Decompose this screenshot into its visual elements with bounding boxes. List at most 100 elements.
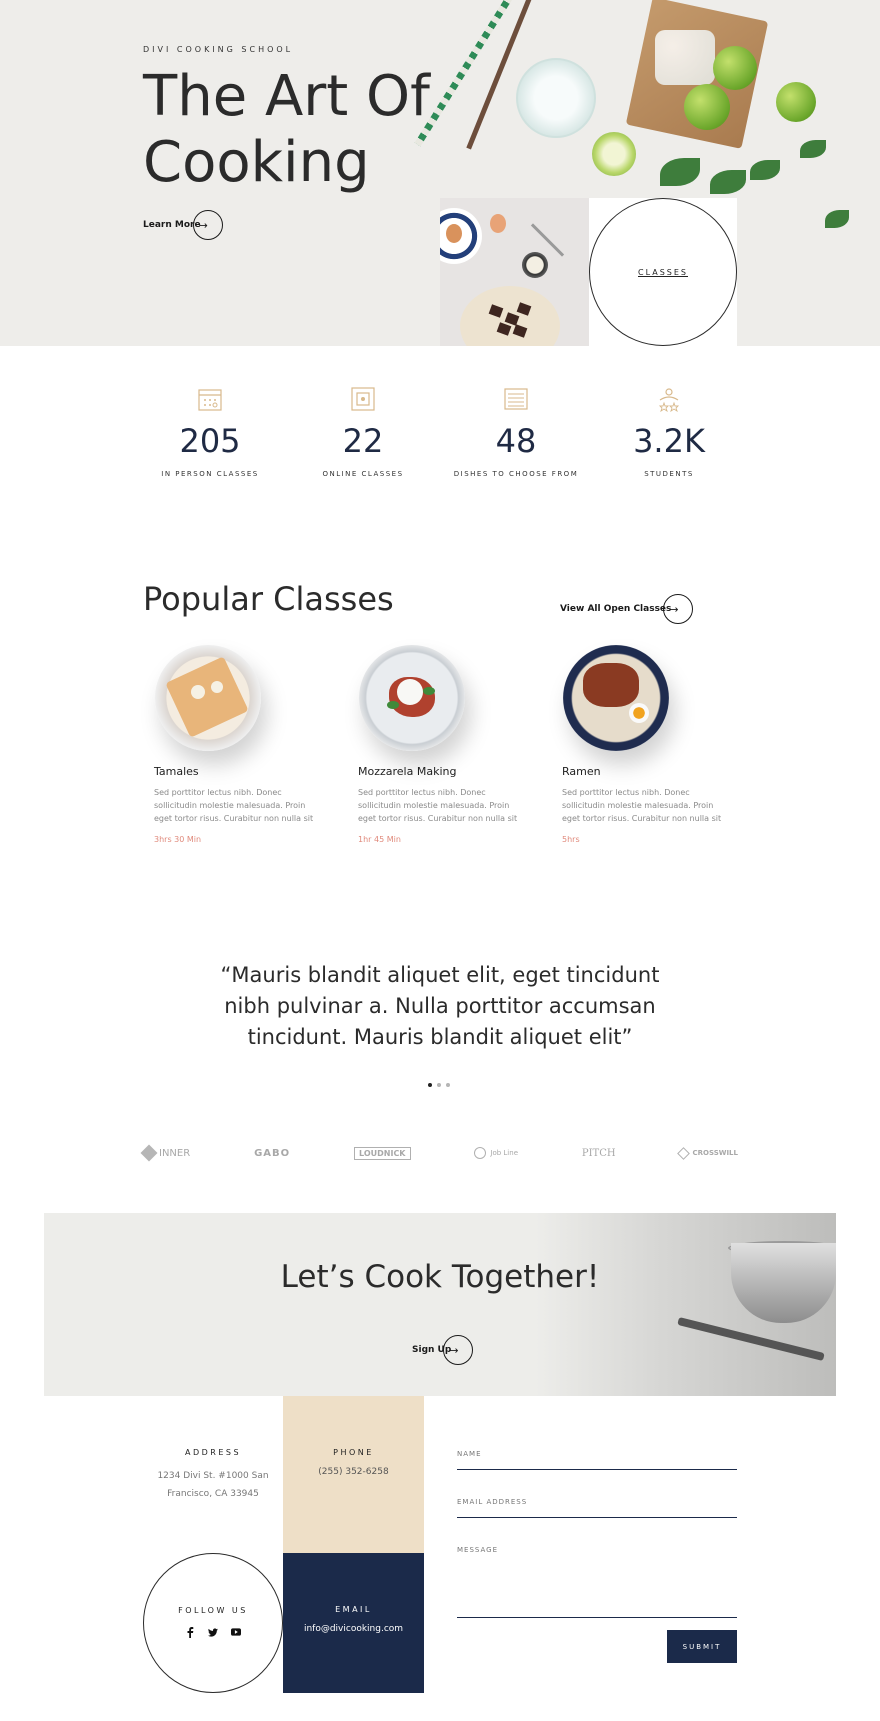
- social-links: [144, 1626, 282, 1638]
- mozzarela-photo: [359, 645, 465, 751]
- pagination-dot-1[interactable]: [428, 1083, 432, 1087]
- students-icon: [658, 388, 680, 412]
- youtube-icon[interactable]: [231, 1627, 241, 1637]
- sign-up-button[interactable]: Sign Up →: [412, 1335, 474, 1365]
- stat-dishes: 48 DISHES TO CHOOSE FROM: [441, 386, 591, 478]
- arrow-right-icon: →: [443, 1335, 474, 1365]
- small-bowl-image: [522, 252, 548, 278]
- follow-us-block: FOLLOW US: [143, 1553, 283, 1693]
- stat-in-person: 205 IN PERSON CLASSES: [135, 386, 285, 478]
- lime-slice-image: [592, 132, 636, 176]
- name-field[interactable]: NAME: [457, 1448, 737, 1470]
- logo-text: INNER: [159, 1147, 191, 1159]
- cream-dollop: [191, 685, 205, 699]
- popular-classes-title: Popular Classes: [143, 580, 394, 618]
- course-name: Ramen: [562, 765, 601, 778]
- course-name: Tamales: [154, 765, 199, 778]
- phone-number[interactable]: (255) 352-6258: [283, 1463, 424, 1481]
- classes-tile: CLASSES: [589, 198, 737, 346]
- logo-text: GABO: [254, 1147, 291, 1159]
- view-all-label: View All Open Classes: [560, 604, 672, 614]
- stat-label: ONLINE CLASSES: [322, 470, 404, 478]
- course-duration: 1hr 45 Min: [358, 835, 401, 844]
- chocolate-piece: [512, 324, 528, 338]
- course-duration: 3hrs 30 Min: [154, 835, 202, 844]
- chocolate-piece: [488, 304, 504, 318]
- stat-value: 22: [342, 422, 384, 460]
- pagination-dot-2[interactable]: [437, 1083, 441, 1087]
- view-all-classes-button[interactable]: View All Open Classes →: [560, 594, 694, 624]
- stat-students: 3.2K STUDENTS: [594, 386, 744, 478]
- name-field-label: NAME: [457, 1450, 482, 1458]
- hero-section: DIVI COOKING SCHOOL The Art Of Cooking L…: [0, 0, 880, 346]
- address-block: ADDRESS 1234 Divi St. #1000 San Francisc…: [143, 1448, 283, 1503]
- hero-title: The Art Of Cooking: [143, 64, 430, 195]
- egg-image: [446, 224, 462, 243]
- basil-image: [387, 701, 399, 709]
- logo-text: PITCH: [581, 1147, 616, 1159]
- basil-image: [423, 687, 435, 695]
- cross-icon: [677, 1146, 691, 1160]
- logo-inner: INNER: [140, 1144, 191, 1162]
- mozzarella-image: [397, 679, 423, 705]
- classes-link[interactable]: CLASSES: [589, 198, 737, 346]
- learn-more-label: Learn More: [143, 220, 201, 230]
- screen-icon: [351, 387, 375, 411]
- baking-photo: [440, 198, 589, 346]
- learn-more-button[interactable]: Learn More →: [143, 210, 223, 240]
- knife-image: [677, 1316, 825, 1362]
- email-address[interactable]: info@divicooking.com: [283, 1620, 424, 1638]
- message-field[interactable]: MESSAGE: [457, 1544, 737, 1618]
- cta-banner: Let’s Cook Together! Sign Up →: [44, 1213, 836, 1396]
- mint-leaf-image: [750, 160, 780, 180]
- pagination-dot-3[interactable]: [446, 1083, 450, 1087]
- course-description: Sed porttitor lectus nibh. Donec sollici…: [358, 788, 518, 823]
- email-field-label: EMAIL ADDRESS: [457, 1498, 528, 1506]
- logo-jobline: Job Line: [474, 1147, 518, 1159]
- hero-eyebrow: DIVI COOKING SCHOOL: [143, 45, 294, 54]
- calendar-icon: [198, 389, 222, 411]
- classes-label: CLASSES: [638, 267, 688, 277]
- twitter-icon[interactable]: [208, 1627, 218, 1637]
- course-card-ramen[interactable]: Ramen Sed porttitor lectus nibh. Donec s…: [551, 645, 726, 844]
- course-card-tamales[interactable]: Tamales Sed porttitor lectus nibh. Donec…: [143, 645, 318, 844]
- stat-value: 3.2K: [633, 422, 705, 460]
- logo-gabo: GABO: [254, 1148, 290, 1159]
- address-text: 1234 Divi St. #1000 San Francisco, CA 33…: [157, 1471, 269, 1499]
- cta-title: Let’s Cook Together!: [280, 1259, 600, 1295]
- pork-image: [583, 663, 639, 707]
- lime-image: [684, 84, 730, 130]
- email-block: EMAIL info@divicooking.com: [283, 1553, 424, 1693]
- mint-leaf-image: [710, 170, 746, 194]
- glass-image: [516, 58, 596, 138]
- message-field-label: MESSAGE: [457, 1546, 498, 1554]
- arrow-right-icon: →: [663, 594, 694, 624]
- logo-pitch: PITCH: [582, 1148, 616, 1159]
- email-address-field[interactable]: EMAIL ADDRESS: [457, 1496, 737, 1518]
- list-icon: [504, 388, 528, 410]
- lime-image: [776, 82, 816, 122]
- phone-block: PHONE (255) 352-6258: [283, 1396, 424, 1553]
- address-heading: ADDRESS: [184, 1448, 242, 1457]
- logo-text: CROSSWILL: [692, 1149, 738, 1157]
- submit-button[interactable]: SUBMIT: [667, 1630, 737, 1663]
- stat-label: STUDENTS: [644, 470, 694, 478]
- stat-value: 48: [495, 422, 537, 460]
- email-heading: EMAIL: [335, 1605, 372, 1614]
- lime-image: [713, 46, 757, 90]
- chocolate-piece: [516, 302, 532, 316]
- diamond-icon: [140, 1144, 158, 1162]
- course-card-mozzarela[interactable]: Mozzarela Making Sed porttitor lectus ni…: [347, 645, 522, 844]
- testimonial-pagination: [428, 1083, 450, 1087]
- course-name: Mozzarela Making: [358, 765, 457, 778]
- egg-image: [629, 703, 649, 723]
- stat-online: 22 ONLINE CLASSES: [288, 386, 438, 478]
- logo-loudnick: LOUDNICK: [354, 1146, 411, 1160]
- ice-image: [655, 30, 715, 85]
- partner-logos: INNER GABO LOUDNICK Job Line PITCH CROSS…: [140, 1143, 738, 1163]
- logo-text: Job Line: [490, 1149, 518, 1157]
- logo-crosswill: CROSSWILL: [677, 1146, 738, 1160]
- facebook-icon[interactable]: [185, 1626, 195, 1638]
- phone-heading: PHONE: [333, 1448, 374, 1457]
- course-duration: 5hrs: [562, 835, 580, 844]
